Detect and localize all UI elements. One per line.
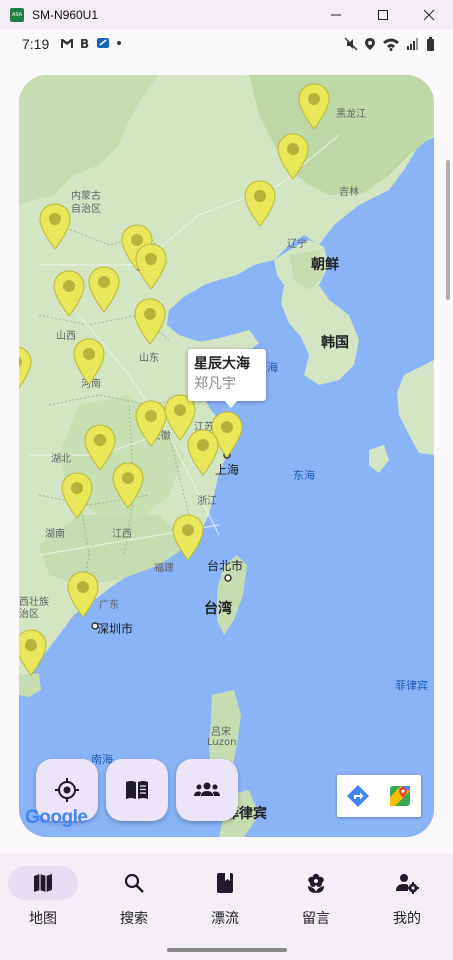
nav-item-profile[interactable]: 我的 xyxy=(364,866,453,936)
maximize-icon xyxy=(378,10,388,20)
notification-app-icon xyxy=(97,38,109,48)
map-label: 吕宋 xyxy=(211,727,231,738)
my-location-icon xyxy=(55,778,79,802)
nav-item-messages[interactable]: 留言 xyxy=(273,866,363,936)
map-icon xyxy=(34,874,52,892)
map-marker-icon[interactable] xyxy=(134,242,168,290)
book-icon xyxy=(217,873,233,893)
map-marker-icon[interactable] xyxy=(276,132,310,180)
person-settings-icon xyxy=(396,874,419,894)
close-button[interactable] xyxy=(409,0,449,30)
map-label: 广东 xyxy=(99,600,119,611)
flower-icon xyxy=(308,873,324,893)
svg-text:B: B xyxy=(80,37,89,49)
map-label: 自治区 xyxy=(71,204,101,215)
directions-button[interactable] xyxy=(337,775,379,817)
open-in-maps-button[interactable] xyxy=(379,775,421,817)
map-marker-icon[interactable] xyxy=(60,471,94,519)
window-title: SM-N960U1 xyxy=(32,8,99,22)
mute-icon xyxy=(344,37,358,51)
close-icon xyxy=(423,9,435,21)
nav-label: 漂流 xyxy=(211,911,239,927)
nav-label: 我的 xyxy=(393,911,421,927)
battery-icon xyxy=(427,37,434,51)
location-icon xyxy=(365,38,375,50)
map-label: 菲律宾 xyxy=(395,679,428,692)
map-label: 东海 xyxy=(293,469,315,482)
map-marker-icon[interactable] xyxy=(19,628,48,676)
map-label: 福建 xyxy=(154,563,174,574)
map-label: 黑龙江 xyxy=(336,109,366,120)
scrollbar-thumb[interactable] xyxy=(446,160,450,300)
map-label: 朝鲜 xyxy=(311,257,339,273)
map-marker-icon[interactable] xyxy=(111,461,145,509)
wifi-icon xyxy=(383,38,399,51)
map-label: Luzon xyxy=(207,737,237,748)
map-marker-icon[interactable] xyxy=(133,297,167,345)
info-window-pointer xyxy=(224,400,238,408)
map-label: 浙江 xyxy=(197,496,217,507)
map-label: 海 xyxy=(267,361,278,374)
google-logo: Google xyxy=(25,807,88,829)
map-label: 山东 xyxy=(139,353,159,364)
city-dot-icon xyxy=(224,574,232,582)
directions-icon xyxy=(347,785,369,807)
nav-label: 地图 xyxy=(29,911,57,927)
map-marker-icon[interactable] xyxy=(297,82,331,130)
map-label: 湖南 xyxy=(45,529,65,540)
map-marker-icon[interactable] xyxy=(186,428,220,476)
google-maps-icon xyxy=(390,786,410,806)
open-book-icon xyxy=(126,781,148,799)
status-time: 7:19 xyxy=(22,36,50,52)
map-marker-icon[interactable] xyxy=(72,337,106,385)
app-icon: ASA xyxy=(10,8,24,22)
map-label: 江西 xyxy=(112,529,132,540)
map-marker-icon[interactable] xyxy=(87,265,121,313)
map-marker-icon[interactable] xyxy=(66,570,100,618)
map-toolbar xyxy=(337,775,421,817)
minimize-icon xyxy=(331,14,341,16)
bottom-navigation-bar: 地图 搜索 漂流 留言 我的 xyxy=(0,854,453,960)
nav-item-map[interactable]: 地图 xyxy=(0,866,90,936)
google-logo-text: Google xyxy=(25,807,88,828)
groups-icon xyxy=(194,782,220,796)
minimize-button[interactable] xyxy=(316,0,356,30)
map-marker-icon[interactable] xyxy=(171,513,205,561)
map-view[interactable]: 黑龙江 内蒙古 自治区 吉林 辽宁 朝鲜 韩国 山西 山东 河南 江苏 湖北 安… xyxy=(19,75,434,837)
search-icon xyxy=(124,873,144,893)
nav-label: 搜索 xyxy=(120,911,148,927)
map-marker-icon[interactable] xyxy=(19,345,33,393)
bitcoin-icon: B xyxy=(80,37,89,49)
map-label: 台湾 xyxy=(204,601,232,617)
maximize-button[interactable] xyxy=(363,0,403,30)
map-marker-icon[interactable] xyxy=(38,202,72,250)
map-marker-icon[interactable] xyxy=(243,179,277,227)
map-label: 治区 xyxy=(19,609,39,620)
gmail-icon xyxy=(61,39,73,48)
window-title-bar: ASA SM-N960U1 xyxy=(0,0,453,30)
groups-button[interactable] xyxy=(176,759,238,821)
map-label: 湖北 xyxy=(51,454,71,465)
book-button[interactable] xyxy=(106,759,168,821)
status-bar: 7:19 B xyxy=(0,30,453,60)
more-dot-icon xyxy=(117,41,121,45)
info-window-subtitle: 郑凡宇 xyxy=(194,376,236,392)
city-dot-icon xyxy=(91,622,99,630)
map-label: 深圳市 xyxy=(97,622,134,636)
nav-item-search[interactable]: 搜索 xyxy=(91,866,181,936)
map-label: 辽宁 xyxy=(287,239,307,250)
map-label: 韩国 xyxy=(321,335,349,351)
map-marker-icon[interactable] xyxy=(52,269,86,317)
gesture-handle[interactable] xyxy=(167,948,287,952)
nav-label: 留言 xyxy=(302,911,330,927)
nav-item-drift[interactable]: 漂流 xyxy=(182,866,272,936)
map-label: 吉林 xyxy=(339,187,359,198)
info-window-title: 星辰大海 xyxy=(194,356,250,372)
signal-icon xyxy=(407,38,418,50)
marker-info-window[interactable]: 星辰大海 郑凡宇 xyxy=(188,349,266,401)
map-label: 台北市 xyxy=(207,559,244,573)
